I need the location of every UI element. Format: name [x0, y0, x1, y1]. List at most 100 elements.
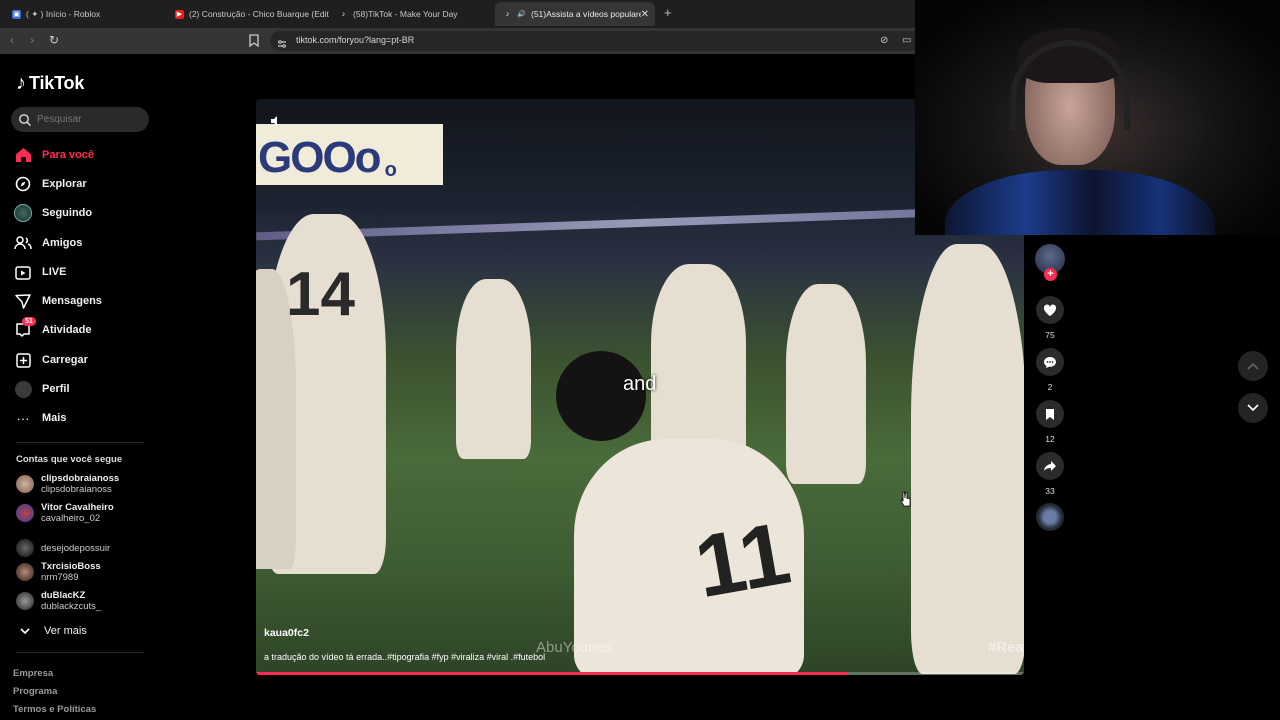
tiktok-logo[interactable]: ♪ TikTok — [16, 72, 84, 95]
search-input[interactable] — [37, 114, 137, 125]
tab-title: (51)Assista a vídeos populares — [531, 9, 641, 19]
overlay-text-box: GOOo o — [256, 124, 443, 185]
sidebar-item-messages[interactable]: Mensagens — [14, 291, 102, 311]
reload-icon[interactable]: ↻ — [49, 33, 59, 47]
avatar — [16, 475, 34, 493]
footer-link-program[interactable]: Programa — [13, 686, 57, 697]
save-count: 12 — [1045, 434, 1055, 444]
music-disc-icon[interactable] — [1036, 503, 1064, 531]
upload-icon — [14, 351, 32, 369]
sidebar-item-label: Mais — [42, 412, 67, 424]
speaker-icon: 🔊 — [517, 11, 526, 18]
tiktok-icon: ♪ — [341, 10, 346, 18]
sidebar-item-following[interactable]: Seguindo — [14, 203, 92, 223]
sidebar-item-label: Mensagens — [42, 295, 102, 307]
tiktok-icon: ♪ — [16, 72, 26, 94]
bookmark-icon[interactable] — [249, 34, 259, 48]
sidebar-item-explore[interactable]: Explorar — [14, 174, 87, 194]
video-author[interactable]: kaua0fc2 — [264, 627, 309, 639]
comment-button[interactable] — [1036, 348, 1064, 376]
follow-plus-icon[interactable]: + — [1044, 268, 1057, 281]
following-title: Contas que você segue — [16, 454, 123, 465]
cast-icon[interactable]: ▭ — [902, 35, 911, 46]
like-count: 75 — [1045, 330, 1055, 340]
close-tab-icon[interactable]: ✕ — [641, 9, 649, 20]
browser-tab-strip: ▣ ( ✦ ) Início - Roblox ▶ (2) Construção… — [0, 0, 915, 28]
no-tracking-icon[interactable]: ⊘ — [880, 35, 888, 46]
account-handle: dublackzcuts_ — [41, 601, 102, 612]
divider — [16, 652, 144, 653]
chevron-down-icon — [16, 622, 34, 640]
comment-icon — [1044, 356, 1056, 368]
tab-tiktok-active[interactable]: ♪ 🔊 (51)Assista a vídeos populares ✕ — [495, 2, 655, 26]
stadium-banner — [256, 205, 1024, 241]
sidebar-item-more[interactable]: ··· Mais — [14, 408, 67, 428]
sidebar-item-upload[interactable]: Carregar — [14, 350, 88, 370]
tiktok-icon: ♪ — [505, 10, 510, 18]
video-watermark-right: #Real — [988, 639, 1024, 656]
see-more-button[interactable]: Ver mais — [16, 621, 87, 641]
share-button[interactable] — [1036, 452, 1064, 480]
video-progress-bar[interactable] — [256, 672, 1024, 675]
jersey-number-14: 14 — [286, 260, 355, 329]
volume-icon[interactable] — [270, 114, 282, 126]
site-info-icon[interactable] — [277, 36, 287, 48]
url-text: tiktok.com/foryou?lang=pt-BR — [296, 35, 415, 45]
friends-icon — [14, 234, 32, 252]
footer-link-company[interactable]: Empresa — [13, 668, 53, 679]
webcam-person-body — [945, 170, 1215, 235]
see-more-label: Ver mais — [44, 625, 87, 637]
mouse-cursor — [900, 491, 912, 512]
like-button[interactable] — [1036, 296, 1064, 324]
jersey-number-11: 11 — [688, 502, 797, 617]
player-figure — [911, 244, 1024, 674]
forward-icon[interactable]: › — [30, 33, 34, 47]
avatar — [16, 539, 34, 557]
followed-account[interactable]: desejodepossuir — [16, 539, 110, 557]
overlay-text-small: o — [384, 159, 397, 181]
search-icon — [19, 113, 31, 126]
followed-account[interactable]: clipsdobraianoss clipsdobraianoss — [16, 473, 119, 495]
sidebar-item-for-you[interactable]: Para você — [14, 145, 94, 165]
more-icon: ··· — [16, 410, 30, 426]
player-figure — [651, 264, 746, 464]
account-handle: nrm7989 — [41, 572, 79, 583]
search-box[interactable] — [11, 107, 149, 132]
sidebar-item-friends[interactable]: Amigos — [14, 233, 82, 253]
back-icon[interactable]: ‹ — [10, 33, 14, 47]
video-description[interactable]: a tradução do vídeo tá errada..#tipograf… — [264, 652, 545, 662]
sidebar-item-label: Para você — [42, 149, 94, 161]
following-icon — [14, 204, 32, 222]
next-video-button[interactable] — [1238, 393, 1268, 423]
tab-youtube[interactable]: ▶ (2) Construção - Chico Buarque (Edit — [167, 2, 329, 26]
account-name: TxrcisioBoss — [41, 561, 101, 572]
followed-account[interactable]: Vitor Cavalheiro cavalheiro_02 — [16, 502, 114, 524]
home-icon — [14, 146, 32, 164]
chevron-up-icon — [1247, 362, 1259, 370]
sidebar-item-live[interactable]: LIVE — [14, 262, 66, 282]
account-name: desejodepossuir — [41, 542, 111, 554]
sidebar-item-label: Seguindo — [42, 207, 93, 219]
followed-account[interactable]: duBlacKZ dublackzcuts_ — [16, 590, 101, 612]
sidebar-item-activity[interactable]: 51 Atividade — [14, 317, 92, 340]
tab-tiktok[interactable]: ♪ (58)TikTok - Make Your Day — [331, 2, 493, 26]
avatar — [16, 504, 34, 522]
sidebar-item-label: Perfil — [42, 383, 70, 395]
youtube-icon: ▶ — [175, 9, 184, 19]
new-tab-icon[interactable]: + — [664, 5, 672, 20]
footer-link-terms[interactable]: Termos e Políticas — [13, 704, 96, 715]
avatar — [16, 592, 34, 610]
sidebar-item-profile[interactable]: Perfil — [14, 379, 70, 399]
comment-count: 2 — [1047, 382, 1053, 392]
save-button[interactable] — [1036, 400, 1064, 428]
sidebar-item-label: Amigos — [42, 237, 83, 249]
webcam-overlay — [915, 0, 1280, 235]
tab-title: (2) Construção - Chico Buarque (Edit — [189, 9, 329, 19]
previous-video-button[interactable] — [1238, 351, 1268, 381]
video-player[interactable]: 14 11 GOOoo and AbuYounes #Real kaua0fc2… — [256, 99, 1024, 675]
messages-icon — [14, 292, 32, 310]
tab-roblox[interactable]: ▣ ( ✦ ) Início - Roblox — [4, 2, 166, 26]
followed-account[interactable]: TxrcisioBoss nrm7989 — [16, 561, 101, 583]
account-name: duBlacKZ — [41, 590, 86, 601]
player-figure — [456, 279, 531, 459]
